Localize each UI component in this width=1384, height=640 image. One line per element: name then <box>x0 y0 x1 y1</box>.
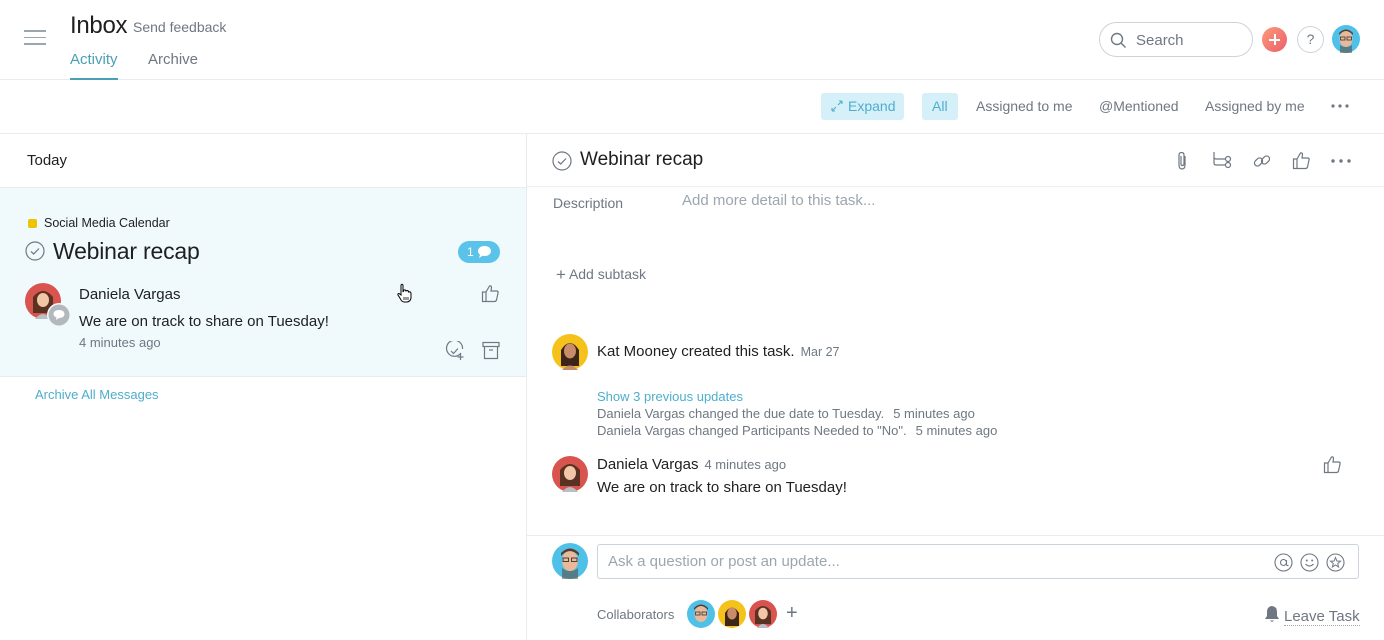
task-title[interactable]: Webinar recap <box>580 149 703 171</box>
archive-icon[interactable] <box>482 341 500 360</box>
bell-icon <box>1265 606 1279 622</box>
created-story-date: Mar 27 <box>800 345 840 359</box>
attachment-icon[interactable] <box>1175 151 1189 171</box>
collaborators-label: Collaborators <box>597 607 675 622</box>
current-user-avatar <box>552 543 588 579</box>
task-header: Webinar recap <box>527 134 1384 187</box>
page-title: Inbox <box>70 12 128 39</box>
complete-task-checkbox[interactable] <box>552 151 572 171</box>
complete-task-checkbox[interactable] <box>25 241 45 261</box>
comment-icon <box>48 304 70 326</box>
collaborator-avatar[interactable] <box>718 600 746 628</box>
author-avatar <box>25 283 71 327</box>
comment-composer-input[interactable]: Ask a question or post an update... <box>597 544 1359 579</box>
search-input[interactable]: Search <box>1099 22 1253 57</box>
mini-story-time: 5 minutes ago <box>893 406 975 421</box>
comment-type-indicator <box>47 303 71 327</box>
created-story: Kat Mooney created this task. Mar 27 <box>597 343 840 360</box>
more-actions-icon[interactable] <box>1330 158 1352 164</box>
leave-task-label: Leave Task <box>1284 608 1360 626</box>
mention-icon[interactable] <box>1274 553 1293 572</box>
comment-time: 4 minutes ago <box>704 457 787 472</box>
inbox-list: Today Social Media Calendar Webinar reca… <box>0 134 527 640</box>
add-subtask-button[interactable]: + Add subtask <box>556 265 646 285</box>
daniela-vargas-avatar <box>552 456 588 492</box>
created-story-text: Kat Mooney created this task. <box>597 343 795 360</box>
project-color-dot <box>28 219 37 228</box>
composer-placeholder: Ask a question or post an update... <box>608 553 840 570</box>
tab-activity[interactable]: Activity <box>70 51 118 80</box>
emoji-icon[interactable] <box>1300 553 1319 572</box>
expand-icon <box>831 100 843 112</box>
filter-assigned-by-me[interactable]: Assigned by me <box>1205 93 1305 120</box>
add-subtask-label: Add subtask <box>568 266 646 282</box>
archive-all-messages-link[interactable]: Archive All Messages <box>35 387 159 402</box>
collaborator-avatar[interactable] <box>687 600 715 628</box>
comment-bubble-icon <box>478 246 491 258</box>
kat-mooney-avatar <box>552 334 588 370</box>
collaborator-avatar[interactable] <box>749 600 777 628</box>
mini-story-action: changed the due date to Tuesday. <box>688 406 885 421</box>
description-label: Description <box>553 195 624 211</box>
copy-link-icon[interactable] <box>1252 151 1272 171</box>
filter-mentioned[interactable]: @Mentioned <box>1099 93 1179 120</box>
card-message: We are on track to share on Tuesday! <box>79 313 329 330</box>
show-previous-updates-link[interactable]: Show 3 previous updates <box>597 389 743 404</box>
comment-count-badge: 1 <box>458 241 500 263</box>
filter-bar: Expand All Assigned to me @Mentioned Ass… <box>0 80 1384 134</box>
follow-up-task-icon[interactable] <box>445 341 465 361</box>
search-icon <box>1110 32 1126 48</box>
task-detail-pane: Webinar recap Description Add more detai… <box>527 134 1384 640</box>
mini-story-author[interactable]: Daniela Vargas <box>597 406 685 421</box>
card-timestamp: 4 minutes ago <box>79 335 161 350</box>
top-bar: Inbox Send feedback Activity Archive Sea… <box>0 0 1384 80</box>
expand-button[interactable]: Expand <box>821 93 904 120</box>
leave-task-button[interactable]: Leave Task <box>1264 605 1360 626</box>
section-header-today: Today <box>27 152 68 169</box>
send-feedback-link[interactable]: Send feedback <box>133 19 226 35</box>
plus-icon: + <box>556 265 566 284</box>
inbox-notification-card[interactable]: Social Media Calendar Webinar recap 1 Da… <box>0 187 526 377</box>
search-placeholder: Search <box>1136 32 1184 49</box>
hamburger-menu-icon[interactable] <box>24 30 46 48</box>
comment-author: Daniela Vargas 4 minutes ago <box>597 456 786 473</box>
mini-story: Daniela Vargas changed Participants Need… <box>597 423 997 438</box>
mini-story: Daniela Vargas changed the due date to T… <box>597 406 975 421</box>
comment-author-name[interactable]: Daniela Vargas <box>597 456 698 473</box>
tab-archive[interactable]: Archive <box>148 51 198 80</box>
mini-story-author[interactable]: Daniela Vargas <box>597 423 685 438</box>
filter-assigned-to-me[interactable]: Assigned to me <box>976 93 1073 120</box>
mini-story-action: changed Participants Needed to "No". <box>688 423 907 438</box>
comment-count: 1 <box>467 245 474 259</box>
quick-add-button[interactable] <box>1262 27 1287 52</box>
expand-label: Expand <box>848 98 896 114</box>
card-author-name: Daniela Vargas <box>79 286 181 303</box>
user-avatar[interactable] <box>1332 25 1360 53</box>
help-button[interactable]: ? <box>1297 26 1324 53</box>
comment-text: We are on track to share on Tuesday! <box>597 479 847 496</box>
like-task-icon[interactable] <box>1292 151 1311 170</box>
description-input[interactable]: Add more detail to this task... <box>682 192 875 209</box>
composer-divider <box>527 535 1384 536</box>
add-collaborator-button[interactable]: + <box>786 602 798 625</box>
mini-story-time: 5 minutes ago <box>915 423 998 438</box>
hand-cursor-icon <box>397 283 412 303</box>
filter-all[interactable]: All <box>922 93 958 120</box>
subtask-icon[interactable] <box>1212 151 1232 169</box>
card-task-title[interactable]: Webinar recap <box>53 238 200 265</box>
appreciation-star-icon[interactable] <box>1326 553 1345 572</box>
more-options-icon[interactable] <box>1330 98 1350 114</box>
project-label[interactable]: Social Media Calendar <box>28 216 170 230</box>
project-name: Social Media Calendar <box>44 216 170 230</box>
comment-like-icon[interactable] <box>1323 455 1342 474</box>
like-icon[interactable] <box>481 284 500 303</box>
